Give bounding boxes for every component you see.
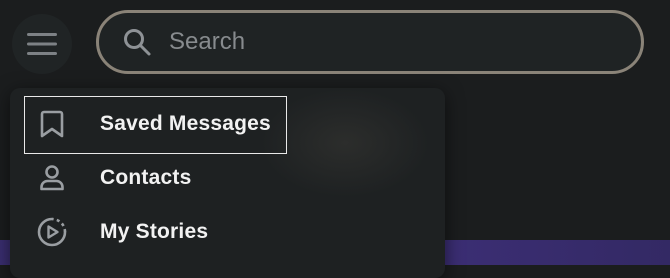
menu-item-label: Saved Messages (100, 112, 271, 135)
menu-item-label: Contacts (100, 166, 192, 189)
main-menu-dropdown: Saved Messages Contacts My Stories (10, 88, 445, 278)
menu-item-contacts[interactable]: Contacts (10, 151, 445, 205)
stories-icon (34, 214, 70, 250)
search-input[interactable] (167, 27, 601, 57)
menu-item-saved-messages[interactable]: Saved Messages (10, 97, 445, 151)
bookmark-icon (34, 106, 70, 142)
search-box[interactable] (96, 10, 644, 74)
menu-item-my-stories[interactable]: My Stories (10, 205, 445, 259)
person-icon (34, 160, 70, 196)
hamburger-icon (27, 33, 57, 55)
hamburger-menu-button[interactable] (12, 14, 72, 74)
search-icon (117, 22, 157, 62)
menu-item-label: My Stories (100, 220, 209, 243)
